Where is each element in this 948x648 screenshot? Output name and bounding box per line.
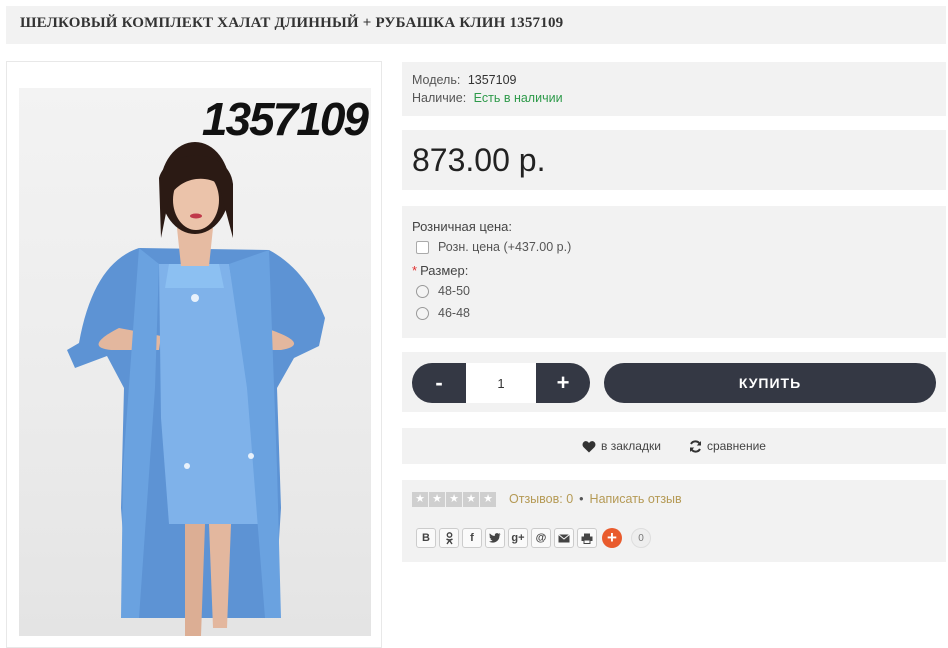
heart-icon: [582, 440, 596, 452]
facebook-share-icon[interactable]: f: [462, 528, 482, 548]
info-panel: Модель: 1357109 Наличие: Есть в наличии: [402, 62, 946, 116]
star-icon: ★: [429, 491, 445, 507]
print-icon[interactable]: [577, 528, 597, 548]
size-option-48-50[interactable]: 48-50: [412, 280, 936, 302]
price-panel: 873.00 р.: [402, 130, 946, 190]
reviews-count-link[interactable]: Отзывов: 0: [509, 492, 573, 506]
size-option-46-48[interactable]: 46-48: [412, 302, 936, 324]
stock-status: Есть в наличии: [473, 91, 563, 105]
twitter-share-icon[interactable]: [485, 528, 505, 548]
mail-ru-share-icon[interactable]: @: [531, 528, 551, 548]
star-rating: ★ ★ ★ ★ ★: [412, 491, 496, 507]
size-label-48-50: 48-50: [438, 284, 470, 298]
odnoklassniki-share-icon[interactable]: [439, 528, 459, 548]
model-label: Модель:: [412, 73, 461, 87]
quantity-input[interactable]: [466, 363, 536, 403]
share-count: 0: [631, 528, 651, 548]
quantity-stepper: - +: [412, 363, 590, 403]
stock-label: Наличие:: [412, 91, 467, 105]
buy-button[interactable]: КУПИТЬ: [604, 363, 936, 403]
stock-row: Наличие: Есть в наличии: [412, 89, 936, 107]
reviews-panel: ★ ★ ★ ★ ★ Отзывов: 0 • Написать отзыв В …: [402, 480, 946, 562]
actions-panel: в закладки сравнение: [402, 428, 946, 464]
size-label-46-48: 46-48: [438, 306, 470, 320]
star-icon: ★: [412, 491, 428, 507]
model-illustration: [67, 142, 325, 636]
size-heading: * Размер:: [412, 262, 936, 280]
email-share-icon[interactable]: [554, 528, 574, 548]
star-icon: ★: [463, 491, 479, 507]
model-value: 1357109: [467, 73, 517, 87]
quantity-increase-button[interactable]: +: [536, 363, 590, 403]
purchase-panel: - + КУПИТЬ: [402, 352, 946, 412]
more-share-plus-icon[interactable]: +: [602, 528, 622, 548]
wishlist-label: в закладки: [601, 439, 661, 453]
product-price: 873.00 р.: [412, 142, 546, 178]
size-radio-46-48[interactable]: [416, 306, 429, 320]
size-radio-48-50[interactable]: [416, 284, 429, 298]
required-mark: *: [412, 263, 418, 278]
retail-price-checkbox-label: Розн. цена (+437.00 р.): [438, 240, 572, 254]
retail-price-option[interactable]: Розн. цена (+437.00 р.): [412, 236, 936, 258]
star-icon: ★: [446, 491, 462, 507]
title-bar: ШЕЛКОВЫЙ КОМПЛЕКТ ХАЛАТ ДЛИННЫЙ + РУБАШК…: [6, 6, 946, 44]
quantity-decrease-button[interactable]: -: [412, 363, 466, 403]
product-title: ШЕЛКОВЫЙ КОМПЛЕКТ ХАЛАТ ДЛИННЫЙ + РУБАШК…: [20, 15, 564, 31]
refresh-icon: [689, 439, 701, 453]
image-product-code: 1357109: [201, 93, 369, 145]
google-plus-share-icon[interactable]: g+: [508, 528, 528, 548]
retail-price-checkbox[interactable]: [416, 240, 429, 254]
product-photo[interactable]: 1357109: [19, 88, 371, 636]
retail-price-heading: Розничная цена:: [412, 219, 512, 234]
write-review-link[interactable]: Написать отзыв: [590, 492, 682, 506]
compare-label: сравнение: [706, 439, 766, 453]
share-buttons: В f g+ @ + 0: [416, 528, 936, 548]
star-icon: ★: [480, 491, 496, 507]
options-panel: Розничная цена: Розн. цена (+437.00 р.) …: [402, 206, 946, 338]
size-heading-label: Размер:: [420, 263, 469, 278]
rating-row: ★ ★ ★ ★ ★ Отзывов: 0 • Написать отзыв: [412, 490, 936, 508]
wishlist-link[interactable]: в закладки: [582, 439, 661, 453]
model-row: Модель: 1357109: [412, 71, 936, 89]
product-image-box: 1357109: [6, 61, 382, 648]
compare-link[interactable]: сравнение: [689, 439, 766, 453]
separator-dot: •: [579, 492, 584, 506]
vkontakte-share-icon[interactable]: В: [416, 528, 436, 548]
